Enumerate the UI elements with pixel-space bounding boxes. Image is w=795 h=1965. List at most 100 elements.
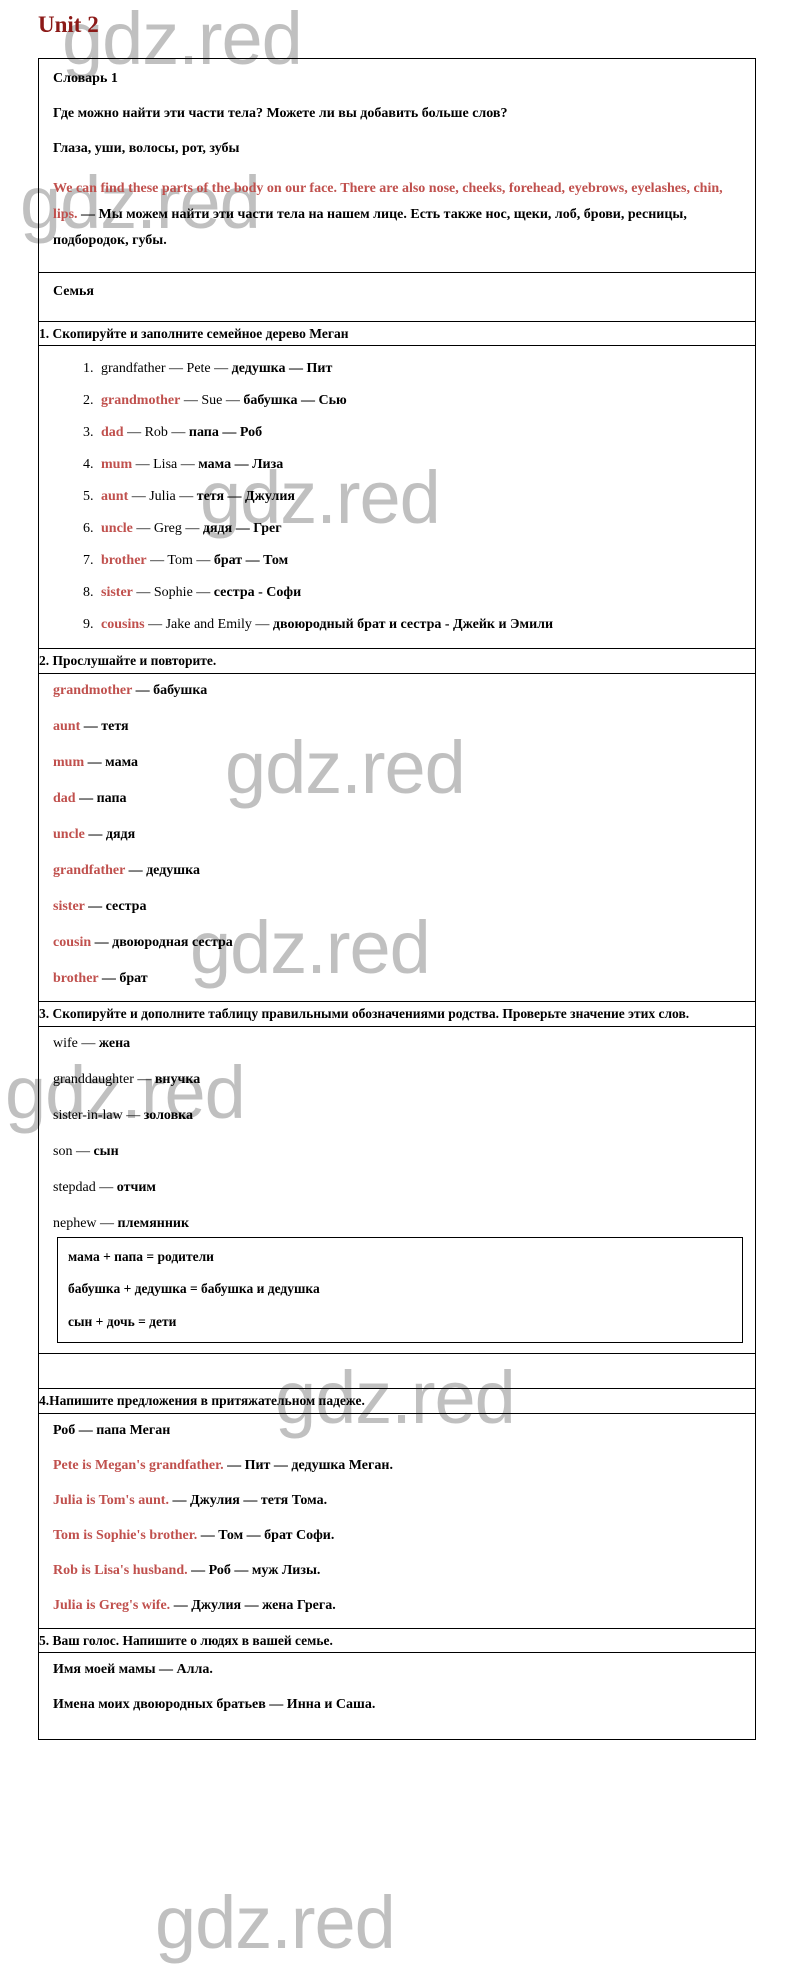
separator-dash: —	[80, 718, 102, 734]
table-row-spacer	[38, 1353, 756, 1390]
separator-dash: —	[84, 898, 106, 914]
possessive-sentence-row: Tom is Sophie's brother. — Том — брат Со…	[53, 1527, 743, 1543]
vocabulary-dash: —	[77, 206, 99, 222]
vocab-pair-ru: дедушка	[146, 862, 200, 878]
table-row-task4-heading: 4.Напишите предложения в притяжательном …	[38, 1388, 756, 1414]
separator-dash: —	[84, 826, 106, 842]
family-term-en: grandfather	[101, 361, 166, 377]
task4-body-cell: Роб — папа Меган Pete is Megan's grandfa…	[38, 1412, 756, 1629]
separator-dash: —	[251, 617, 273, 633]
family-term-en: cousins	[101, 617, 145, 633]
spacer-cell	[38, 1353, 756, 1390]
family-term-en: uncle	[101, 521, 133, 537]
task4-heading-text: 4.Напишите предложения в притяжательном …	[39, 1393, 365, 1409]
task3-body: wife — жена granddaughter — внучка sister-…	[39, 1027, 755, 1354]
equation-line: сын + дочь = дети	[68, 1313, 177, 1329]
separator-dash: —	[222, 393, 244, 409]
relation-pair-row: wife — жена	[53, 1035, 743, 1051]
vocab-pair-row: grandfather — дедушка	[53, 862, 743, 878]
vocab-pair-row: aunt — тетя	[53, 718, 743, 734]
separator-dash: —	[132, 521, 154, 537]
vocab-pair-ru: сестра	[105, 898, 147, 914]
family-name-en: Pete	[186, 361, 211, 377]
my-family-line: Имена моих двоюродных братьев — Инна и С…	[53, 1697, 376, 1713]
family-tree-item: cousins — Jake and Emily — двоюродный бр…	[97, 618, 743, 632]
separator-dash: —	[197, 1527, 219, 1543]
separator-dash: —	[72, 1143, 94, 1159]
table-row-task5-body: Имя моей мамы — Алла. Имена моих двоюродн…	[38, 1652, 756, 1741]
family-term-en: aunt	[101, 489, 129, 505]
family-term-en: dad	[101, 425, 124, 441]
equation-line: бабушка + дедушка = бабушка и дедушка	[68, 1281, 320, 1297]
family-tree-item: dad — Rob — папа — Роб	[97, 426, 743, 440]
task5-heading-text: 5. Ваш голос. Напишите о людях в вашей с…	[39, 1632, 333, 1648]
family-term-en: grandmother	[101, 393, 181, 409]
separator-dash: —	[95, 1179, 117, 1195]
separator-dash: -	[441, 617, 454, 633]
family-name-en: Jake and Emily	[165, 617, 252, 633]
family-name-ru: Сью	[318, 393, 347, 409]
separator-dash: —	[132, 585, 154, 601]
separator-dash: —	[181, 521, 203, 537]
family-name-ru: Том	[263, 553, 289, 569]
table-row-task1-list: grandfather — Pete — дедушка — Пит grandm…	[38, 345, 756, 650]
vocab-pair-ru: брат	[119, 970, 148, 986]
family-term-en: mum	[101, 457, 133, 473]
table-row-task2-pairs: grandmother — бабушка aunt — тетя mum — ма…	[38, 672, 756, 1002]
vocab-pair-row: cousin — двоюродная сестра	[53, 934, 743, 950]
table-row-task1-heading: 1. Скопируйте и заполните семейное дерев…	[38, 320, 756, 347]
separator-dash: —	[84, 754, 106, 770]
vocabulary-heading: Словарь 1	[53, 71, 118, 86]
vocab-pair-row: grandmother — бабушка	[53, 683, 743, 698]
separator-dash: —	[232, 521, 254, 537]
task3-pairs-list: wife — жена granddaughter — внучка sister-…	[53, 1035, 743, 1231]
separator-dash: —	[146, 553, 168, 569]
family-name-en: Julia	[149, 489, 176, 505]
possessive-sentence-ru: Роб — муж Лизы.	[208, 1562, 321, 1578]
separator-dash: —	[165, 361, 187, 377]
possessive-sentence-row: Rob is Lisa's husband. — Роб — муж Лизы.	[53, 1562, 743, 1578]
vocabulary-cell: Словарь 1 Где можно найти эти части тела…	[38, 58, 756, 273]
family-term-ru: мама	[198, 457, 232, 473]
separator-dash: —	[187, 1562, 209, 1578]
task4-heading-cell: 4.Напишите предложения в притяжательном …	[38, 1388, 756, 1414]
separator-dash: —	[144, 617, 166, 633]
family-name-ru: Пит	[306, 361, 333, 377]
separator-dash: —	[175, 489, 197, 505]
family-term-ru: дедушка	[231, 361, 286, 377]
family-name-en: Tom	[167, 553, 193, 569]
separator-dash: —	[77, 1035, 99, 1051]
table-row-task4-body: Роб — папа Меган Pete is Megan's grandfa…	[38, 1412, 756, 1629]
task5-heading-cell: 5. Ваш голос. Напишите о людях в вашей с…	[38, 1627, 756, 1654]
separator-dash: —	[177, 457, 199, 473]
vocab-pair-en: uncle	[53, 826, 85, 842]
relation-pair-en: stepdad	[53, 1179, 96, 1195]
possessive-sentence-row: Pete is Megan's grandfather. — Пит — дед…	[53, 1458, 743, 1473]
family-tree-item: grandmother — Sue — бабушка — Сью	[97, 394, 743, 408]
separator-dash: —	[285, 361, 307, 377]
family-tree-list: grandfather — Pete — дедушка — Пит grandm…	[53, 362, 743, 632]
vocab-pair-ru: папа	[96, 790, 127, 806]
family-tree-item: mum — Lisa — мама — Лиза	[97, 458, 743, 472]
task2-heading-text: 2. Прослушайте и повторите.	[39, 653, 217, 669]
separator-dash: —	[167, 425, 189, 441]
family-term-en: sister	[101, 585, 133, 601]
table-row-family-heading: Семья	[38, 271, 756, 322]
vocab-pair-en: cousin	[53, 934, 92, 950]
vocab-pair-en: grandfather	[53, 862, 126, 878]
separator-dash: —	[192, 553, 214, 569]
task2-pairs-cell: grandmother — бабушка aunt — тетя mum — ма…	[38, 672, 756, 1002]
separator-dash: —	[210, 361, 232, 377]
separator-dash: —	[125, 862, 147, 878]
vocab-pair-en: sister	[53, 898, 85, 914]
vocabulary-answer-ru: Глаза, уши, волосы, рот, зубы	[53, 141, 240, 156]
family-name-ru: Лиза	[252, 457, 284, 473]
task1-heading-cell: 1. Скопируйте и заполните семейное дерев…	[38, 320, 756, 347]
table-row-task2-heading: 2. Прослушайте и повторите.	[38, 648, 756, 674]
separator-dash: -	[254, 585, 267, 601]
relation-pair-en: granddaughter	[53, 1071, 134, 1087]
vocab-pair-row: brother — брат	[53, 970, 743, 986]
possessive-sentence-row: Julia is Tom's aunt. — Джулия — тетя Том…	[53, 1493, 743, 1508]
watermark-gdz-red: gdz.red	[155, 1881, 396, 1964]
possessive-sentence-ru: Том — брат Софи.	[218, 1527, 335, 1543]
